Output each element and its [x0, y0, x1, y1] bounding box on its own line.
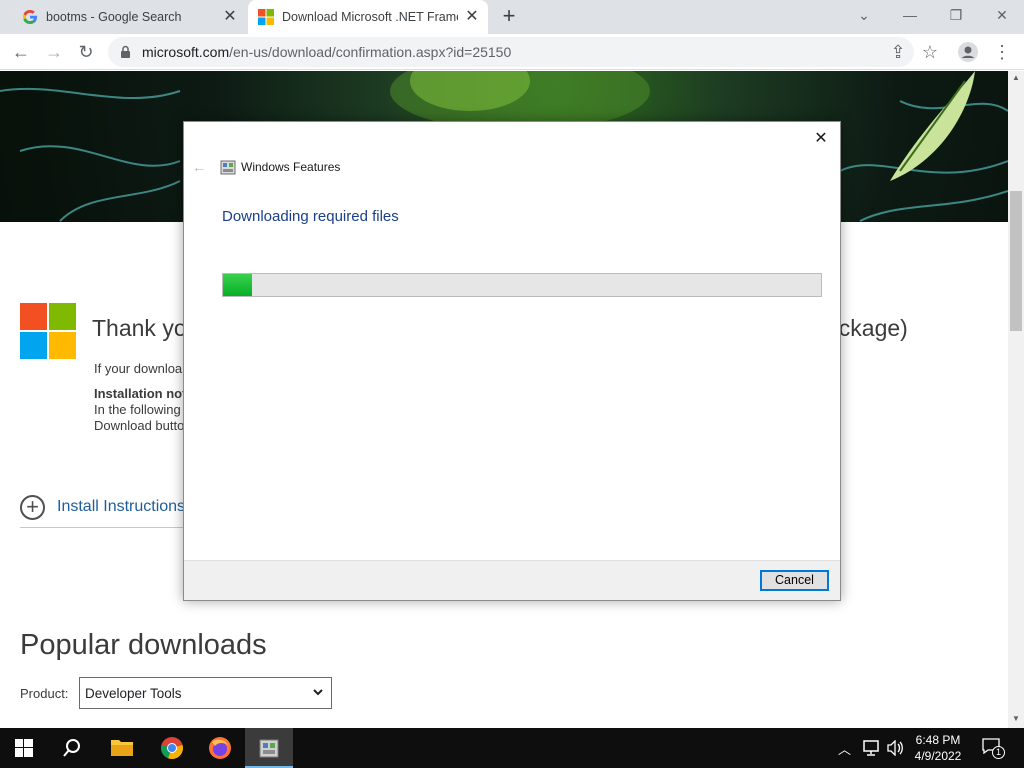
browser-tab-strip: bootms - Google Search ✕ Download Micros… [0, 0, 1024, 34]
action-center-button[interactable]: 1 [982, 738, 1005, 759]
taskbar-windows-features[interactable] [245, 728, 293, 768]
taskbar-search-button[interactable] [48, 728, 96, 768]
cancel-button[interactable]: Cancel [760, 570, 829, 591]
taskbar-chrome[interactable] [148, 728, 196, 768]
taskbar-clock[interactable]: 6:48 PM 4/9/2022 [904, 732, 972, 764]
scroll-down-icon[interactable]: ▼ [1010, 714, 1022, 724]
download-note-text: If your downloa [94, 361, 183, 376]
dialog-heading: Downloading required files [222, 208, 399, 225]
dialog-footer: Cancel [184, 560, 840, 600]
tab-title: Download Microsoft .NET Framework [282, 10, 458, 24]
close-window-icon[interactable]: ✕ [988, 4, 1016, 26]
scroll-up-icon[interactable]: ▲ [1010, 73, 1022, 83]
file-explorer-icon [111, 740, 133, 756]
url-path: /en-us/download/confirmation.aspx?id=251… [229, 44, 512, 60]
url-domain: microsoft.com [142, 44, 230, 60]
progress-fill [223, 274, 252, 296]
chevron-down-icon [313, 689, 323, 696]
tab-close-icon[interactable]: ✕ [222, 9, 238, 25]
profile-avatar-icon[interactable] [956, 40, 980, 64]
chrome-icon [161, 737, 183, 760]
product-select[interactable]: Developer Tools [79, 677, 332, 709]
product-label: Product: [20, 686, 69, 701]
forward-icon[interactable]: → [42, 40, 66, 64]
installation-notes-text-2: Download butto [94, 418, 185, 433]
volume-icon[interactable] [886, 740, 904, 756]
install-instructions-expander[interactable]: + Install Instructions [20, 494, 185, 520]
share-icon[interactable]: ⇪ [886, 40, 910, 64]
tab-search-chevron-icon[interactable]: ⌄ [850, 4, 878, 26]
start-button[interactable] [0, 728, 48, 768]
bookmark-star-icon[interactable]: ☆ [918, 40, 942, 64]
tab-dotnet-download[interactable]: Download Microsoft .NET Framework ✕ [248, 0, 488, 34]
product-select-value: Developer Tools [85, 686, 182, 701]
lock-icon [121, 45, 130, 58]
browser-toolbar: ← → ↻ microsoft.com/en-us/download/confi… [0, 34, 1024, 70]
windows-start-icon [15, 739, 33, 757]
windows-features-icon [259, 739, 279, 758]
back-icon[interactable]: ← [9, 40, 33, 64]
download-progress-bar [222, 273, 822, 297]
show-hidden-icons-chevron-icon[interactable]: ︿ [838, 739, 851, 768]
windows-taskbar: ︿ 6:48 PM 4/9/2022 1 [0, 728, 1024, 768]
search-icon [63, 739, 80, 757]
installation-notes-heading: Installation note [94, 386, 194, 401]
google-g-icon [22, 10, 37, 24]
url-text: microsoft.com/en-us/download/confirmatio… [142, 44, 511, 60]
minimize-icon[interactable]: — [896, 4, 924, 26]
firefox-icon [209, 737, 231, 759]
dialog-title: Windows Features [241, 160, 341, 174]
page-scrollbar[interactable]: ▲ ▼ [1008, 71, 1024, 728]
network-icon[interactable] [862, 740, 880, 756]
microsoft-logo-icon [258, 9, 274, 25]
clock-time: 6:48 PM [915, 733, 961, 747]
new-tab-icon[interactable]: + [498, 5, 520, 28]
scroll-thumb[interactable] [1010, 191, 1022, 331]
clock-date: 4/9/2022 [914, 749, 962, 763]
notification-count-badge: 1 [992, 746, 1005, 759]
microsoft-logo-icon [20, 303, 76, 359]
back-arrow-icon[interactable]: ← [192, 159, 208, 175]
restore-icon[interactable]: ❐ [942, 4, 970, 26]
tab-title: bootms - Google Search [46, 10, 182, 24]
plus-circle-icon: + [20, 494, 45, 520]
windows-features-icon [220, 160, 236, 175]
divider [20, 527, 188, 528]
install-instructions-link[interactable]: Install Instructions [57, 498, 185, 516]
taskbar-file-explorer[interactable] [98, 728, 146, 768]
address-bar[interactable]: microsoft.com/en-us/download/confirmatio… [108, 37, 914, 67]
taskbar-firefox[interactable] [196, 728, 244, 768]
installation-notes-text: In the following [94, 402, 181, 417]
tab-google-search[interactable]: bootms - Google Search ✕ [14, 0, 246, 34]
close-icon[interactable]: ✕ [810, 128, 832, 150]
tab-close-icon[interactable]: ✕ [464, 9, 480, 25]
reload-icon[interactable]: ↻ [74, 40, 98, 64]
menu-kebab-icon[interactable]: ⋮ [990, 40, 1014, 64]
windows-features-dialog: ✕ ← Windows Features Downloading require… [183, 121, 841, 601]
popular-downloads-heading: Popular downloads [20, 629, 267, 661]
